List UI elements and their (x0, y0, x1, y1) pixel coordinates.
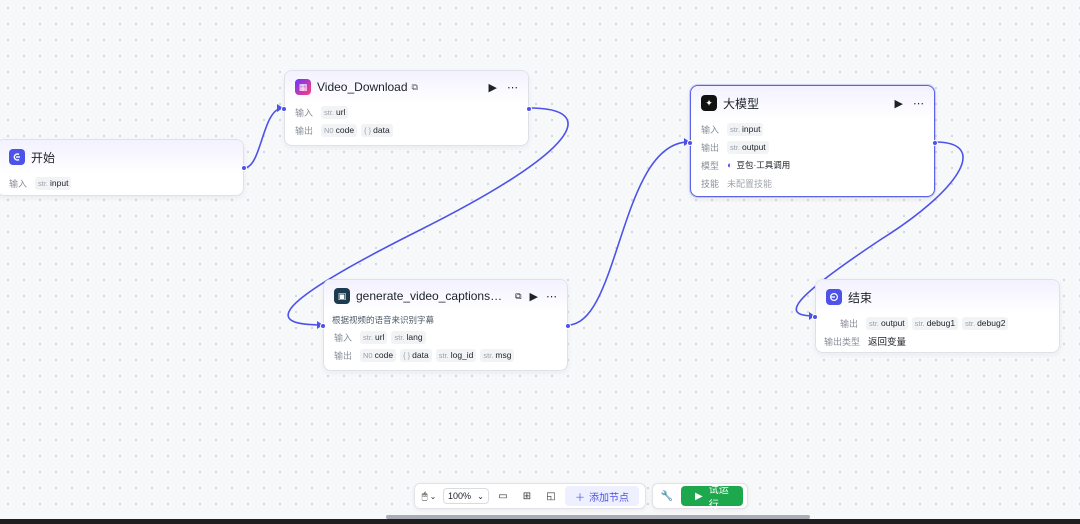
var-tag: str. msg (480, 348, 515, 362)
plugin-badge-icon: ⧉ (515, 290, 522, 301)
plugin-icon: ▣ (334, 288, 350, 304)
node-title: 结束 (848, 290, 873, 305)
output-type-value: 返回变量 (868, 337, 907, 348)
var-tag: str. lang (391, 330, 426, 344)
var-tag: N0 code (321, 123, 358, 137)
mouse-mode-button[interactable]: 🖱 ⌄ (419, 486, 439, 506)
output-label: 输出 (701, 142, 720, 153)
input-label: 输入 (701, 124, 720, 135)
run-node-icon[interactable]: ▶ (530, 290, 538, 303)
end-icon (826, 289, 842, 305)
var-tag: str. log_id (435, 348, 477, 362)
var-tag: { } data (400, 348, 432, 362)
var-tag: str. debug2 (962, 316, 1009, 330)
add-node-button[interactable]: ＋ 添加节点 (565, 486, 639, 506)
start-icon (9, 149, 25, 165)
plugin-badge-icon: ⧉ (411, 81, 418, 92)
debug-tools-icon[interactable]: 🔧 (657, 486, 677, 506)
output-type-label: 输出类型 (824, 336, 861, 347)
output-label: 输出 (334, 350, 353, 361)
var-tag: str. input (727, 122, 764, 136)
input-port[interactable] (687, 140, 693, 146)
edge-captions-to-llm (567, 141, 691, 326)
node-generate-captions[interactable]: ▣ generate_video_captions_s... ⧉ ▶ ⋯ 根据视… (320, 279, 571, 371)
model-value: 豆包·工具调用 (736, 160, 791, 170)
layout-icon[interactable]: ⊞ (517, 486, 537, 506)
skill-value: 未配置技能 (727, 178, 773, 189)
more-icon[interactable]: ⋯ (913, 97, 924, 110)
var-tag: { } data (361, 123, 393, 137)
output-port[interactable] (565, 323, 571, 329)
test-run-label: 试运行 (708, 485, 729, 511)
comment-icon[interactable]: ▭ (493, 486, 513, 506)
canvas-toolbar: 🖱 ⌄ 100% ⌄ ▭ ⊞ ◱ ＋ 添加节点 (414, 483, 646, 509)
input-port[interactable] (812, 314, 818, 320)
output-label: 输出 (840, 318, 859, 329)
play-icon: ▶ (695, 490, 703, 502)
node-title: Video_Download (317, 80, 408, 94)
skill-label: 技能 (701, 178, 720, 189)
var-tag: N0 code (360, 348, 397, 362)
chevron-down-icon: ⌄ (477, 491, 484, 501)
zoom-select[interactable]: 100% ⌄ (443, 488, 489, 504)
var-tag: str. input (35, 176, 72, 190)
run-node-icon[interactable]: ▶ (489, 81, 497, 94)
edge-start-to-video (243, 107, 284, 169)
node-title: 开始 (31, 150, 56, 165)
output-port[interactable] (932, 140, 938, 146)
var-tag: str. output (866, 316, 908, 330)
var-tag: str. url (360, 330, 388, 344)
node-description: 根据视频的语音来识别字幕 (332, 315, 435, 325)
zoom-value: 100% (448, 491, 472, 501)
minimap-icon[interactable]: ◱ (541, 486, 561, 506)
output-port[interactable] (241, 165, 247, 171)
more-icon[interactable]: ⋯ (546, 290, 557, 303)
model-label: 模型 (701, 160, 720, 171)
var-tag: str. url (321, 105, 349, 119)
node-video-download[interactable]: ▦ Video_Download ⧉ ▶ ⋯ 输入 str. url 输出 N0 c… (281, 70, 532, 146)
node-title: 大模型 (723, 96, 760, 111)
output-label: 输出 (295, 125, 314, 136)
node-llm[interactable]: ✦ 大模型 ▶ ⋯ 输入 str. input 输出 str. output 模型 … (687, 85, 938, 197)
node-end[interactable]: 结束 输出 str. output str. debug1 str. debug2 输… (812, 279, 1060, 353)
var-tag: str. debug1 (911, 316, 959, 330)
plus-icon: ＋ (575, 492, 585, 504)
llm-icon: ✦ (701, 95, 717, 111)
test-run-button[interactable]: ▶ 试运行 (681, 485, 743, 511)
var-tag: str. output (727, 140, 769, 154)
edges-layer (243, 104, 964, 329)
plugin-icon: ▦ (295, 79, 311, 95)
chevron-down-icon: ⌄ (429, 491, 437, 501)
more-icon[interactable]: ⋯ (507, 81, 518, 94)
window-bottom-edge (0, 519, 1080, 524)
run-toolbar: 🔧 ▶ 试运行 (652, 483, 748, 511)
mouse-icon: 🖱 (421, 490, 428, 502)
doubao-icon: ◐ (727, 160, 733, 170)
input-label: 输入 (9, 178, 28, 189)
input-label: 输入 (295, 107, 314, 118)
input-label: 输入 (334, 332, 353, 343)
input-port[interactable] (320, 323, 326, 329)
run-node-icon[interactable]: ▶ (895, 97, 903, 110)
input-port[interactable] (281, 106, 287, 112)
node-title: generate_video_captions_s... (356, 289, 508, 303)
output-port[interactable] (526, 106, 532, 112)
add-node-label: 添加节点 (589, 492, 629, 504)
workflow-canvas[interactable]: 开始 输入 str. input ▦ Video_Download ⧉ ▶ ⋯ 输… (0, 0, 1080, 524)
node-start[interactable]: 开始 输入 str. input (0, 139, 247, 196)
